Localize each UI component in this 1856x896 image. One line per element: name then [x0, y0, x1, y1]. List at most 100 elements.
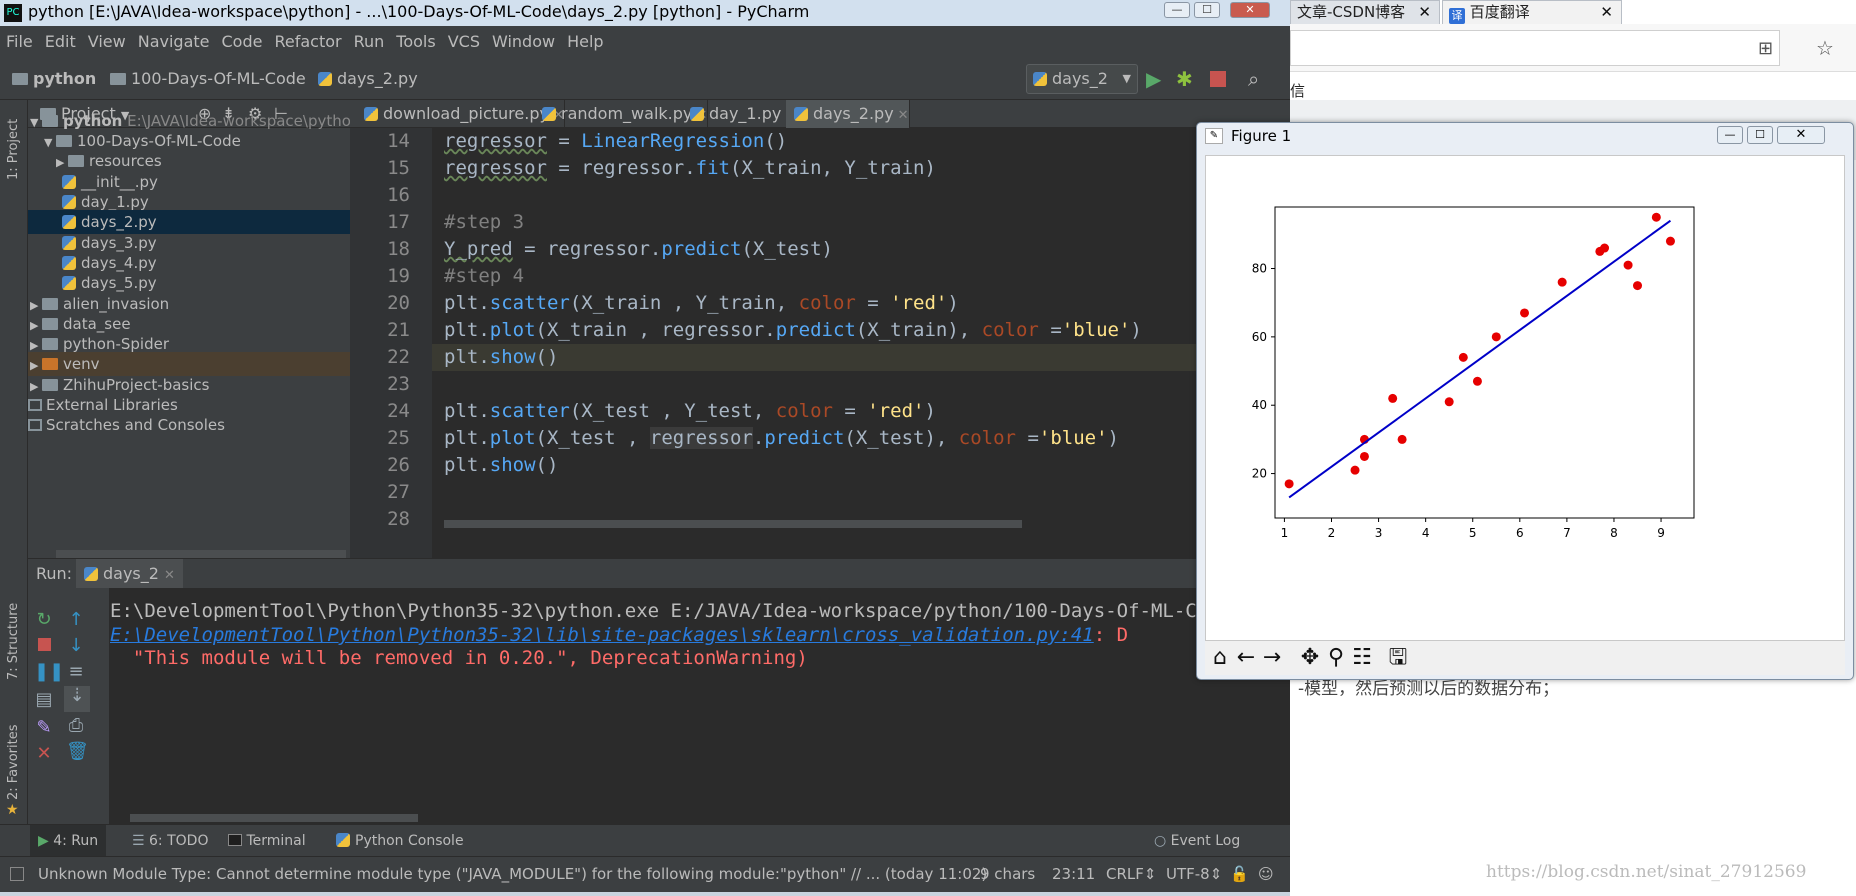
data-point — [1472, 376, 1482, 386]
code-line: plt.scatter(X_test , Y_test, color = 're… — [444, 400, 936, 422]
soft-wrap-icon[interactable]: ≡ — [66, 662, 86, 682]
configure-subplots-icon[interactable]: ☷ — [1349, 645, 1375, 671]
figure-title: Figure 1 — [1231, 127, 1292, 145]
y-tick-label: 60 — [1252, 330, 1267, 344]
bookmark-star-icon[interactable]: ☆ — [1816, 36, 1834, 60]
trash-icon[interactable]: 🗑 — [66, 742, 89, 762]
chevron-down-icon: ▼ — [1122, 72, 1131, 85]
figure-close-button[interactable]: ✕ — [1777, 126, 1825, 144]
forward-icon[interactable]: → — [1259, 645, 1285, 671]
event-log-button[interactable]: ○ Event Log — [1154, 825, 1240, 857]
tab-day-1[interactable]: day_1.py✕ — [682, 100, 798, 128]
status-encoding[interactable]: UTF-8⇕ — [1166, 857, 1222, 891]
menu-run[interactable]: Run — [348, 26, 391, 58]
bottom-tab-run[interactable]: ▶ 4: Run — [30, 825, 107, 857]
line-number: 14 — [387, 130, 410, 152]
figure-canvas[interactable]: 1 2 3 4 5 6 7 8 9 20 40 60 80 — [1205, 155, 1845, 641]
close-run-icon[interactable]: ✕ — [34, 744, 54, 764]
menu-navigate[interactable]: Navigate — [132, 26, 216, 58]
status-chars: 9 chars — [980, 865, 1036, 883]
line-number: 18 — [387, 238, 410, 260]
run-icon[interactable]: ▶ — [1146, 58, 1161, 100]
rerun-icon[interactable]: ↻ — [34, 610, 54, 630]
close-icon: ✕ — [164, 568, 175, 583]
figure-maximize-button[interactable]: ☐ — [1747, 126, 1773, 144]
side-tab-favorites[interactable]: 2: Favorites — [6, 724, 21, 800]
console-scrollbar[interactable] — [130, 814, 418, 822]
print-icon[interactable]: ⎙ — [66, 716, 86, 736]
console-line: E:\DevelopmentTool\Python\Python35-32\py… — [110, 600, 1290, 622]
browser-tab-csdn[interactable]: 文章-CSDN博客 ✕ — [1290, 0, 1440, 24]
y-tick-label: 20 — [1252, 467, 1267, 481]
lock-icon[interactable]: 🔓 — [1230, 857, 1249, 891]
menu-window[interactable]: Window — [486, 26, 561, 58]
stop-run-icon[interactable] — [34, 636, 54, 656]
x-tick-label: 8 — [1610, 526, 1618, 540]
run-config-select[interactable]: days_2 ▼ — [1026, 64, 1138, 94]
scroll-to-end-icon[interactable]: ⇣ — [64, 686, 90, 712]
menu-tools[interactable]: Tools — [390, 26, 441, 58]
menu-help[interactable]: Help — [561, 26, 609, 58]
breadcrumb-folder[interactable]: 100-Days-Of-ML-Code — [110, 58, 306, 100]
inspector-icon[interactable]: ☺ — [1258, 857, 1274, 891]
layout-icon[interactable]: ▤ — [34, 690, 54, 710]
code-editor[interactable]: regressor = LinearRegression() regressor… — [432, 128, 1290, 558]
line-number: 15 — [387, 157, 410, 179]
minimize-button[interactable]: — — [1164, 2, 1190, 18]
close-icon[interactable]: ✕ — [1418, 1, 1431, 23]
back-icon[interactable]: ← — [1233, 645, 1259, 671]
pan-icon[interactable]: ✥ — [1297, 645, 1323, 671]
breadcrumb-file[interactable]: days_2.py — [318, 58, 418, 100]
run-tab-days-2[interactable]: days_2 ✕ — [76, 559, 183, 589]
browser-tab-baidu[interactable]: 译 百度翻译 ✕ — [1442, 0, 1622, 24]
pycharm-logo-icon: PC — [4, 4, 22, 22]
menu-code[interactable]: Code — [216, 26, 269, 58]
bottom-tab-terminal[interactable]: Terminal — [228, 825, 306, 857]
data-point — [1557, 277, 1567, 287]
search-icon[interactable]: ⌕ — [1248, 58, 1259, 100]
menu-view[interactable]: View — [82, 26, 132, 58]
bottom-tab-todo[interactable]: ☰ 6: TODO — [132, 825, 208, 857]
run-console[interactable]: E:\DevelopmentTool\Python\Python35-32\py… — [110, 588, 1290, 824]
zoom-icon[interactable]: ⚲ — [1323, 645, 1349, 671]
status-position[interactable]: 23:11 — [1052, 857, 1095, 891]
close-icon[interactable]: ✕ — [1600, 1, 1613, 23]
breadcrumb-project[interactable]: python — [12, 58, 96, 100]
pause-icon[interactable]: ❚❚ — [34, 662, 64, 682]
menu-vcs[interactable]: VCS — [442, 26, 486, 58]
code-line: regressor = regressor.fit(X_train, Y_tra… — [444, 157, 936, 179]
tree-item-scratches[interactable]: Scratches and Consoles — [28, 413, 350, 437]
menu-edit[interactable]: Edit — [39, 26, 82, 58]
down-arrow-icon[interactable]: ↓ — [66, 636, 86, 656]
x-tick-label: 9 — [1657, 526, 1665, 540]
side-tab-project[interactable]: 1: Project — [6, 119, 21, 180]
editor-scrollbar[interactable] — [444, 520, 1022, 528]
address-bar[interactable] — [1290, 30, 1780, 66]
maximize-button[interactable]: ☐ — [1194, 2, 1220, 18]
side-tab-structure[interactable]: 7: Structure — [6, 603, 21, 680]
translate-page-icon[interactable]: ⊞ — [1758, 38, 1773, 59]
console-link[interactable]: E:\DevelopmentTool\Python\Python35-32\li… — [110, 624, 1094, 646]
pin-icon[interactable]: ✎ — [34, 718, 54, 738]
star-icon: ★ — [6, 802, 19, 818]
watermark-text: https://blog.csdn.net/sinat_27912569 — [1486, 862, 1807, 882]
code-line: Y_pred = regressor.predict(X_test) — [444, 238, 833, 260]
menu-file[interactable]: File — [0, 26, 39, 58]
figure-minimize-button[interactable]: — — [1717, 126, 1743, 144]
tab-days-2[interactable]: days_2.py ✕ — [786, 100, 910, 128]
debug-icon[interactable]: ✱ — [1176, 58, 1193, 100]
project-scrollbar[interactable] — [56, 550, 346, 558]
close-window-button[interactable]: ✕ — [1230, 2, 1270, 18]
menu-refactor[interactable]: Refactor — [268, 26, 347, 58]
x-tick-label: 7 — [1563, 526, 1571, 540]
window-title: python [E:\JAVA\Idea-workspace\python] -… — [28, 2, 810, 21]
home-icon[interactable]: ⌂ — [1207, 645, 1233, 671]
up-arrow-icon[interactable]: ↑ — [66, 610, 86, 630]
status-line-separator[interactable]: CRLF⇕ — [1106, 857, 1156, 891]
data-point — [1623, 260, 1633, 270]
save-icon[interactable]: 🖫 — [1385, 645, 1411, 671]
stop-icon[interactable] — [1210, 71, 1226, 87]
bottom-tab-python-console[interactable]: Python Console — [336, 825, 464, 857]
code-line: plt.plot(X_train , regressor.predict(X_t… — [444, 319, 1142, 341]
status-toggle-icon[interactable] — [10, 867, 24, 881]
